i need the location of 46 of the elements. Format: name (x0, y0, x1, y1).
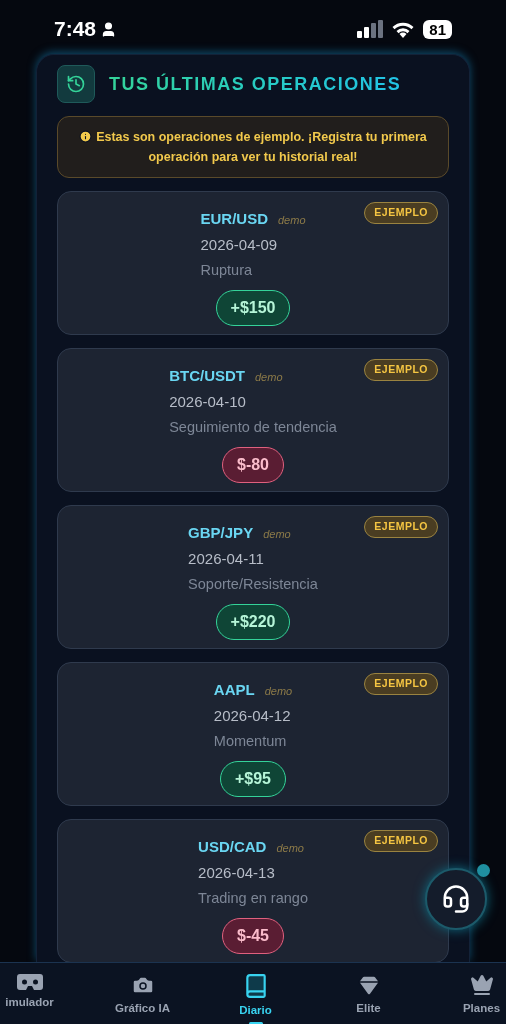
nav-tab[interactable]: Elite (312, 963, 425, 1024)
trade-date: 2026-04-13 (198, 862, 275, 883)
trade-strategy: Trading en rango (198, 889, 308, 908)
headset-icon (441, 884, 471, 914)
nav-tab[interactable]: imulador (0, 963, 86, 1024)
example-badge: EJEMPLO (364, 516, 438, 538)
profit-loss-pill: $-80 (222, 446, 284, 483)
example-badge: EJEMPLO (364, 202, 438, 224)
profit-loss-pill: +$95 (219, 760, 286, 797)
trade-pair: BTC/USDT (169, 366, 245, 386)
signal-icon (357, 20, 384, 38)
history-icon (66, 74, 86, 94)
demo-tag: demo (255, 369, 283, 386)
demo-tag: demo (276, 840, 304, 857)
vr-goggles-icon (16, 973, 43, 991)
trade-date: 2026-04-10 (169, 391, 246, 412)
demo-tag: demo (264, 683, 293, 700)
info-icon (79, 130, 93, 143)
trade-strategy: Seguimiento de tendencia (169, 418, 337, 437)
trade-pair: USD/CAD (198, 837, 267, 857)
notice-text: Estas son operaciones de ejemplo. ¡Registra tu primera operación para ver tu historial real! (72, 127, 434, 167)
demo-tag: demo (278, 212, 306, 229)
trade-strategy: Soporte/Resistencia (188, 575, 318, 594)
clock-time: 7:48 (54, 16, 97, 43)
wifi-icon (391, 20, 416, 38)
trade-strategy: Ruptura (200, 261, 253, 280)
profit-loss-pill: +$150 (215, 289, 291, 326)
trade-pair: AAPL (213, 680, 255, 700)
battery-indicator: 81 (423, 19, 452, 39)
trade-pair: EUR/USD (200, 209, 268, 229)
trade-strategy: Momentum (213, 732, 287, 751)
trade-pair: GBP/JPY (188, 523, 254, 543)
trade-date: 2026-04-09 (200, 234, 278, 255)
trade-date: 2026-04-12 (213, 705, 291, 726)
nav-tab[interactable]: Gráfico IA (86, 963, 199, 1024)
example-badge: EJEMPLO (364, 673, 438, 695)
demo-tag: demo (263, 526, 291, 543)
nav-tab[interactable]: Diario (199, 963, 312, 1024)
crown-icon (469, 973, 494, 997)
gem-icon (356, 973, 381, 997)
nav-tab[interactable]: Planes (425, 963, 506, 1024)
trade-date: 2026-04-11 (188, 548, 264, 569)
example-badge: EJEMPLO (364, 359, 438, 381)
profit-loss-pill: $-45 (222, 917, 284, 954)
example-badge: EJEMPLO (364, 830, 438, 852)
profit-loss-pill: +$220 (215, 603, 291, 640)
